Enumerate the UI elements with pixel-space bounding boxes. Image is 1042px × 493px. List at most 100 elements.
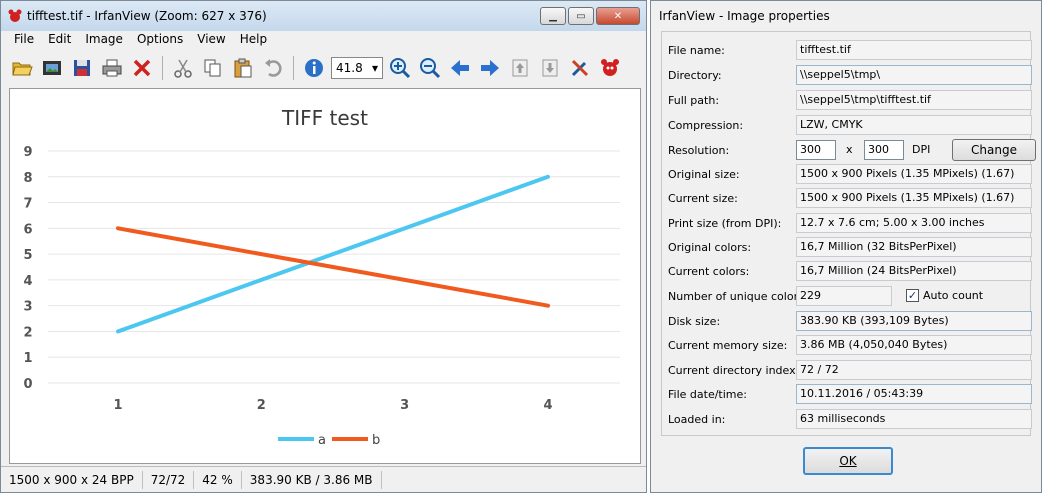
row-full-path: Full path: \\seppel5\tmp\tifftest.tif [668, 90, 1032, 110]
series-line-b [116, 226, 550, 308]
legend-label-b: b [372, 433, 380, 448]
zoom-out-button[interactable] [417, 55, 443, 81]
y-tick-label: 7 [23, 197, 32, 212]
y-tick-label: 9 [23, 145, 32, 160]
page-down-icon [542, 59, 558, 77]
minimize-button[interactable]: ▁ [540, 7, 566, 25]
info-button[interactable] [301, 55, 327, 81]
y-tick-label: 0 [23, 377, 32, 392]
y-tick-label: 6 [23, 222, 32, 237]
zoom-in-icon [390, 58, 411, 79]
original-colors-value: 16,7 Million (32 BitsPerPixel) [796, 237, 1032, 257]
disk-size-label: Disk size: [668, 314, 721, 328]
menu-image[interactable]: Image [78, 31, 130, 49]
copy-icon [204, 59, 221, 77]
menu-bar: File Edit Image Options View Help [1, 31, 646, 49]
x-tick-label: 4 [543, 398, 552, 413]
current-size-value: 1500 x 900 Pixels (1.35 MPixels) (1.67) [796, 188, 1032, 208]
resolution-unit-label: DPI [912, 143, 931, 156]
current-colors-value: 16,7 Million (24 BitsPerPixel) [796, 261, 1032, 281]
zoom-combobox[interactable]: 41.8 ▾ [331, 57, 383, 79]
toolbar-separator [162, 56, 163, 80]
print-button[interactable] [99, 55, 125, 81]
current-size-label: Current size: [668, 191, 738, 205]
row-directory: Directory: \\seppel5\tmp\ [668, 65, 1032, 85]
paste-button[interactable] [230, 55, 256, 81]
image-canvas[interactable]: TIFF test 0 1 2 3 4 5 6 7 8 9 1 2 3 4 a b [9, 88, 641, 464]
print-size-label: Print size (from DPI): [668, 216, 782, 230]
copy-button[interactable] [200, 55, 226, 81]
directory-index-label: Current directory index: [668, 363, 800, 377]
page-up-button[interactable] [507, 55, 533, 81]
title-bar[interactable]: tifftest.tif - IrfanView (Zoom: 627 x 37… [1, 1, 646, 31]
row-directory-index: Current directory index: 72 / 72 [668, 360, 1032, 380]
delete-button[interactable] [129, 55, 155, 81]
auto-count-label[interactable]: Auto count [923, 289, 983, 302]
settings-button[interactable] [567, 55, 593, 81]
full-path-label: Full path: [668, 93, 720, 107]
file-name-value[interactable]: tifftest.tif [796, 40, 1032, 60]
row-memory-size: Current memory size: 3.86 MB (4,050,040 B… [668, 335, 1032, 355]
unique-colors-value: 229 [796, 286, 892, 306]
status-bar: 1500 x 900 x 24 BPP 72/72 42 % 383.90 KB… [1, 466, 646, 492]
slideshow-button[interactable] [39, 55, 65, 81]
film-icon [43, 61, 61, 75]
current-colors-label: Current colors: [668, 264, 750, 278]
zoom-value: 41.8 [336, 61, 363, 75]
file-date-value: 10.11.2016 / 05:43:39 [796, 384, 1032, 404]
about-button[interactable] [597, 55, 623, 81]
x-tick-label: 2 [257, 398, 266, 413]
menu-edit[interactable]: Edit [41, 31, 78, 49]
undo-button[interactable] [260, 55, 286, 81]
status-dimensions: 1500 x 900 x 24 BPP [1, 470, 143, 489]
row-unique-colors: Number of unique colors: 229 ✓ Auto coun… [668, 286, 1032, 306]
row-current-colors: Current colors: 16,7 Million (24 BitsPerP… [668, 261, 1032, 281]
menu-options[interactable]: Options [130, 31, 190, 49]
toolbar: 41.8 ▾ [1, 51, 646, 85]
change-resolution-button[interactable]: Change [952, 139, 1036, 161]
legend-label-a: a [318, 433, 326, 448]
ok-button[interactable]: OK [803, 447, 893, 475]
dialog-title: IrfanView - Image properties [659, 9, 830, 23]
directory-label: Directory: [668, 68, 722, 82]
loaded-in-value: 63 milliseconds [796, 409, 1032, 429]
next-button[interactable] [477, 55, 503, 81]
floppy-disk-icon [74, 60, 90, 76]
maximize-button[interactable]: ▭ [568, 7, 594, 25]
loaded-in-label: Loaded in: [668, 412, 726, 426]
previous-button[interactable] [447, 55, 473, 81]
row-original-colors: Original colors: 16,7 Million (32 BitsPer… [668, 237, 1032, 257]
arrow-right-icon [481, 60, 499, 76]
menu-help[interactable]: Help [233, 31, 274, 49]
file-name-label: File name: [668, 43, 725, 57]
resolution-label: Resolution: [668, 143, 730, 157]
close-button[interactable]: ✕ [596, 7, 640, 25]
full-path-value[interactable]: \\seppel5\tmp\tifftest.tif [796, 90, 1032, 110]
y-tick-label: 5 [23, 248, 32, 263]
resolution-y-input[interactable]: 300 [864, 140, 904, 160]
menu-view[interactable]: View [190, 31, 232, 49]
cut-button[interactable] [170, 55, 196, 81]
print-size-value: 12.7 x 7.6 cm; 5.00 x 3.00 inches [796, 213, 1032, 233]
original-size-label: Original size: [668, 167, 740, 181]
compression-value: LZW, CMYK [796, 115, 1032, 135]
y-tick-label: 4 [23, 274, 32, 289]
zoom-in-button[interactable] [387, 55, 413, 81]
checkmark-icon: ✓ [907, 289, 918, 302]
directory-value[interactable]: \\seppel5\tmp\ [796, 65, 1032, 85]
resolution-x-input[interactable]: 300 [796, 140, 836, 160]
row-resolution: Resolution: 300 x 300 DPI Change [668, 139, 1036, 161]
row-compression: Compression: LZW, CMYK [668, 115, 1032, 135]
original-colors-label: Original colors: [668, 240, 752, 254]
line-chart: TIFF test 0 1 2 3 4 5 6 7 8 9 1 2 3 4 a b [23, 106, 620, 448]
folder-open-icon [12, 62, 33, 76]
menu-file[interactable]: File [7, 31, 41, 49]
undo-arrow-icon [265, 59, 282, 77]
open-button[interactable] [9, 55, 35, 81]
auto-count-checkbox[interactable]: ✓ [906, 289, 919, 302]
row-file-name: File name: tifftest.tif [668, 40, 1032, 60]
y-tick-label: 3 [23, 300, 32, 315]
save-button[interactable] [69, 55, 95, 81]
page-down-button[interactable] [537, 55, 563, 81]
delete-x-icon [133, 59, 151, 77]
